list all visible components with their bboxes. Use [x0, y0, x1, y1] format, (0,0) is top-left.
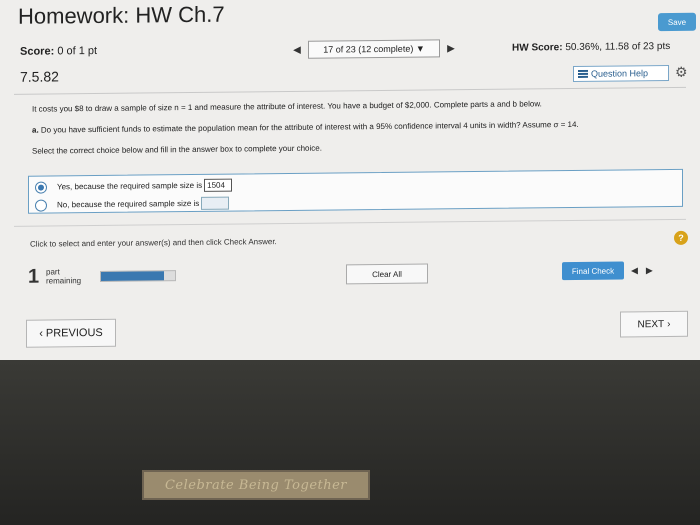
choice-yes[interactable]: Yes, because the required sample size is… — [35, 178, 233, 194]
question-navigator: ◀ 17 of 23 (12 complete) ▼ ▶ — [286, 39, 462, 59]
hw-score: HW Score: 50.36%, 11.58 of 23 pts — [512, 41, 670, 54]
question-header: 7.5.82 Question Help ⚙ — [0, 60, 700, 89]
parts-progress-fill — [101, 271, 164, 281]
help-icon[interactable]: ? — [674, 230, 688, 245]
final-check-button[interactable]: Final Check — [562, 261, 624, 281]
clear-all-button[interactable]: Clear All — [346, 263, 428, 285]
parts-bar: 1 part remaining Clear All Final Check ◀… — [28, 259, 688, 296]
radio-yes[interactable] — [35, 181, 47, 194]
parts-label-top: part — [46, 267, 60, 277]
next-label: NEXT — [637, 318, 665, 330]
choice-no[interactable]: No, because the required sample size is — [35, 196, 230, 212]
header-bar: Homework: HW Ch.7 Save — [0, 0, 700, 40]
monitor-bezel — [0, 360, 700, 525]
question-help-button[interactable]: Question Help — [573, 64, 669, 82]
part-a-text: Do you have sufficient funds to estimate… — [40, 119, 579, 135]
previous-button[interactable]: ‹ PREVIOUS — [26, 318, 116, 348]
score-value: 0 of 1 pt — [57, 44, 98, 58]
part-navigator: ◀ ▶ — [631, 261, 653, 279]
prev-part-icon[interactable]: ◀ — [631, 265, 638, 276]
parts-progress-bar — [100, 270, 176, 282]
question-select[interactable]: 17 of 23 (12 complete) ▼ — [308, 39, 440, 59]
next-part-icon[interactable]: ▶ — [646, 265, 653, 276]
part-a-label: a. — [32, 125, 39, 135]
list-icon — [578, 69, 588, 78]
question-intro: It costs you $8 to draw a sample of size… — [32, 99, 542, 114]
answer-input-yes[interactable]: 1504 — [204, 178, 233, 192]
page-title: Homework: HW Ch.7 — [18, 1, 225, 29]
chevron-right-icon: › — [667, 318, 671, 330]
question-number: 7.5.82 — [20, 68, 59, 85]
parts-label-bottom: remaining — [46, 276, 82, 286]
divider — [14, 86, 686, 95]
answer-input-no[interactable] — [201, 196, 230, 210]
app-screen: Homework: HW Ch.7 Save Score: 0 of 1 pt … — [0, 0, 700, 369]
previous-label: PREVIOUS — [45, 326, 103, 340]
next-button[interactable]: NEXT › — [620, 310, 688, 338]
chevron-left-icon: ‹ — [39, 327, 43, 340]
question-score: Score: 0 of 1 pt — [20, 45, 97, 58]
save-button[interactable]: Save — [658, 12, 696, 32]
monitor-sticker: Celebrate Being Together — [142, 470, 370, 500]
hw-score-label: HW Score: — [512, 42, 563, 54]
question-text: It costs you $8 to draw a sample of size… — [32, 97, 682, 167]
parts-remaining-count: 1 — [28, 265, 40, 288]
gear-icon[interactable]: ⚙ — [675, 64, 688, 81]
radio-no[interactable] — [35, 199, 47, 212]
choice-yes-text: Yes, because the required sample size is — [57, 180, 203, 192]
score-label: Score: — [20, 45, 55, 58]
next-question-icon[interactable]: ▶ — [440, 43, 462, 54]
parts-remaining-label: part remaining — [46, 267, 81, 285]
prev-question-icon[interactable]: ◀ — [286, 44, 308, 55]
divider — [14, 218, 686, 227]
answer-choices: Yes, because the required sample size is… — [28, 168, 683, 214]
question-help-label: Question Help — [591, 68, 649, 79]
question-instruction: Select the correct choice below and fill… — [32, 143, 322, 156]
footer-instruction: Click to select and enter your answer(s)… — [30, 237, 277, 249]
sticker-text: Celebrate Being Together — [164, 477, 348, 493]
choice-no-text: No, because the required sample size is — [57, 198, 200, 210]
question-part-a: a. Do you have sufficient funds to estim… — [32, 118, 682, 137]
hw-score-value: 50.36%, 11.58 of 23 pts — [565, 40, 671, 54]
